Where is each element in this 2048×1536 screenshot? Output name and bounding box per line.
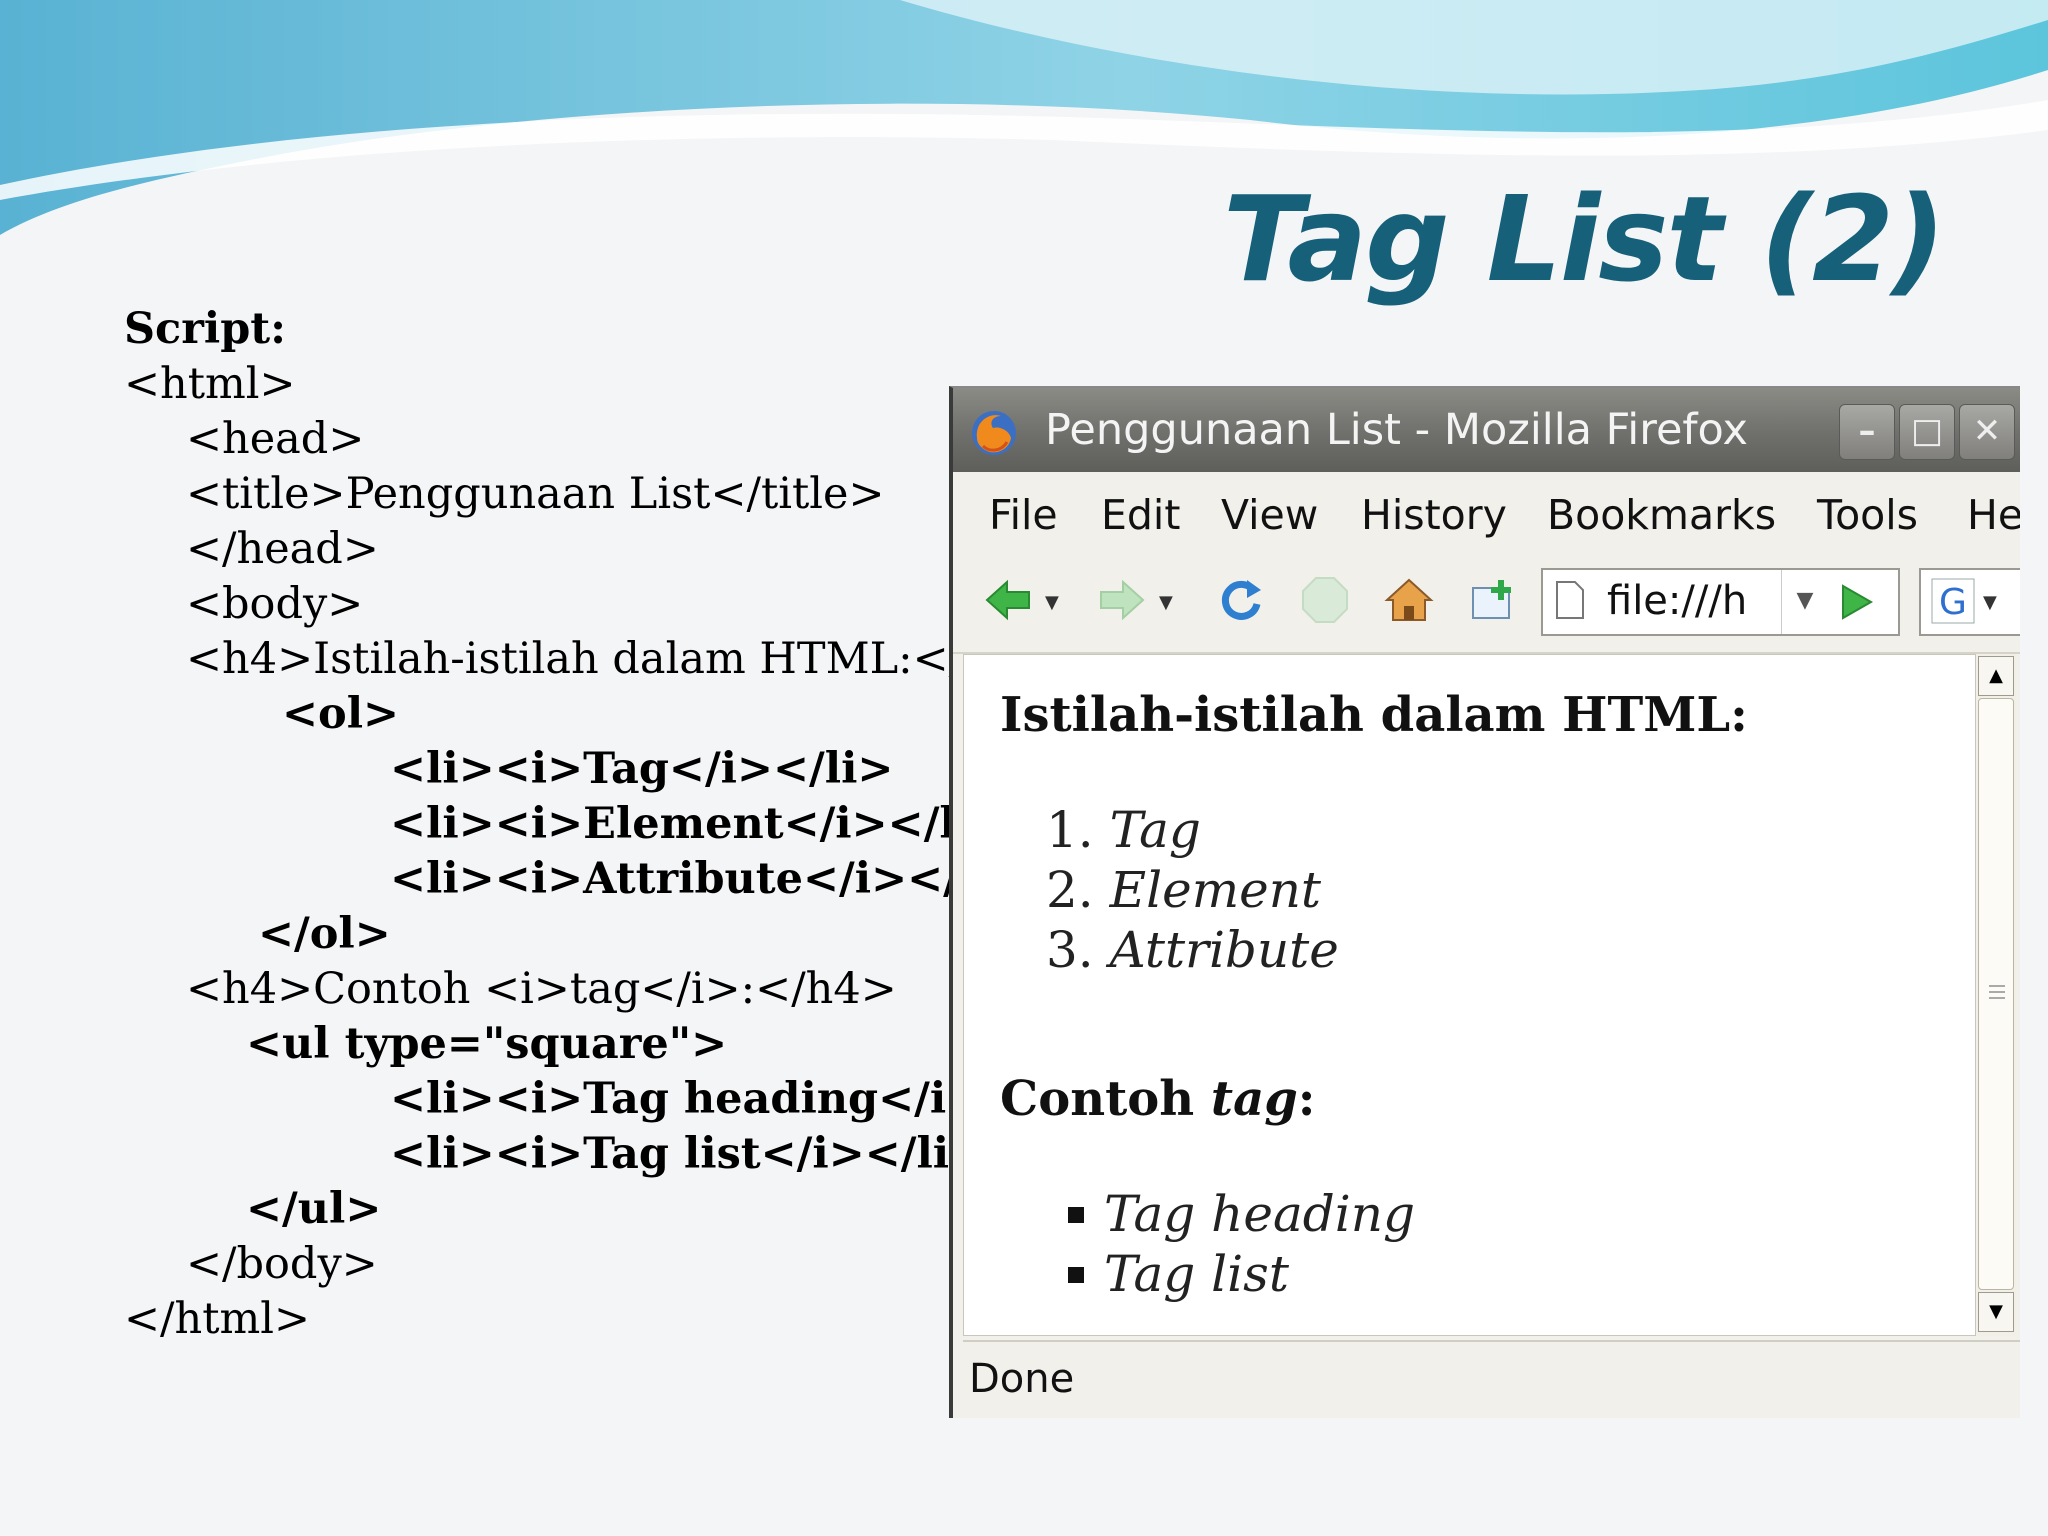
code-line: <ul type="square"> [246,1019,728,1069]
menu-help[interactable]: He [1967,490,2020,540]
code-line: <title>Penggunaan List</title> [186,469,885,519]
page-content: Istilah-istilah dalam HTML: 1. Tag 2. El… [963,654,1977,1336]
unordered-list-item: Tag heading [1104,1185,1415,1243]
stop-icon[interactable] [1299,574,1351,626]
search-box[interactable]: G ▼ [1919,568,2020,636]
code-line: <html> [124,359,296,409]
code-line: <body> [186,579,364,629]
scroll-up-arrow-icon[interactable]: ▲ [1978,656,2014,696]
address-dropdown-icon[interactable]: ▼ [1781,570,1828,634]
code-line: <h4>Istilah-istilah dalam HTML:</h4> [186,634,954,684]
code-line: <ol> [282,689,400,739]
code-line: <li><i>Attribute</i></li> [390,854,954,904]
google-icon[interactable]: G [1931,578,1975,624]
slide-title: Tag List (2) [1223,170,1946,308]
status-bar: Done [963,1340,2020,1416]
list-text: Tag [1109,801,1201,859]
status-text: Done [969,1356,1075,1402]
address-bar[interactable]: file:///h ▼ [1541,568,1900,636]
heading-italic-text: tag [1210,1071,1298,1127]
list-number: 2. [1046,861,1094,919]
code-label: Script: [124,304,287,354]
code-line: </ul> [246,1184,382,1234]
menu-tools[interactable]: Tools [1817,490,1918,540]
list-text: Attribute [1109,921,1339,979]
code-line: <li><i>Element</i></li> [390,799,954,849]
reload-icon[interactable] [1215,574,1267,626]
list-text: Tag heading [1104,1185,1415,1243]
address-text[interactable]: file:///h [1607,574,1747,628]
code-line: <head> [186,414,365,464]
page-document-icon [1556,581,1584,619]
menu-edit[interactable]: Edit [1101,490,1180,540]
thumb-grip [1989,985,2005,987]
menu-file[interactable]: File [989,490,1058,540]
menu-bar: File Edit View History Bookmarks Tools H… [953,472,2020,552]
thumb-grip [1989,991,2005,993]
code-line: <h4>Contoh <i>tag</i>:</h4> [186,964,897,1014]
go-arrow-icon[interactable] [1833,580,1877,624]
scroll-down-arrow-icon[interactable]: ▼ [1978,1292,2014,1332]
heading-text: Contoh [1000,1071,1211,1127]
code-line: </ol> [258,909,391,959]
thumb-grip [1989,997,2005,999]
code-line: <li><i>Tag list</i></li> [390,1129,954,1179]
code-line: </head> [186,524,379,574]
browser-window: Penggunaan List - Mozilla Firefox – □ ✕ … [949,386,2020,1418]
menu-bookmarks[interactable]: Bookmarks [1547,490,1776,540]
search-engine-dropdown-icon[interactable]: ▼ [1983,592,1997,613]
close-button[interactable]: ✕ [1959,404,2015,460]
list-text: Tag list [1104,1245,1289,1303]
code-line: <li><i>Tag heading</i></li> [390,1074,954,1124]
code-listing: Script: <html> <head> <title>Penggunaan … [124,302,954,1362]
forward-history-dropdown-icon[interactable]: ▼ [1159,592,1173,613]
back-history-dropdown-icon[interactable]: ▼ [1045,592,1059,613]
code-line: </html> [124,1294,311,1344]
square-bullet-icon [1068,1207,1084,1223]
ordered-list-item: 2. Element [1046,861,1321,919]
new-tab-icon[interactable] [1467,574,1519,626]
code-line: <li><i>Tag</i></li> [390,744,894,794]
menu-history[interactable]: History [1361,490,1507,540]
ordered-list-item: 3. Attribute [1046,921,1339,979]
maximize-button[interactable]: □ [1899,404,1955,460]
code-line: </body> [186,1239,378,1289]
square-bullet-icon [1068,1267,1084,1283]
page-heading-example: Contoh tag: [1000,1071,1315,1127]
minimize-button[interactable]: – [1839,404,1895,460]
window-title: Penggunaan List - Mozilla Firefox [1045,405,1748,455]
page-heading-terms: Istilah-istilah dalam HTML: [1000,687,1748,743]
back-arrow-icon[interactable] [983,574,1035,626]
firefox-icon [972,411,1016,455]
navigation-toolbar: ▼ ▼ file:///h ▼ G ▼ [953,552,2020,654]
svg-text:G: G [1939,582,1967,623]
forward-arrow-icon[interactable] [1095,574,1147,626]
list-number: 3. [1046,921,1094,979]
unordered-list-item: Tag list [1104,1245,1289,1303]
list-text: Element [1109,861,1322,919]
browser-titlebar[interactable]: Penggunaan List - Mozilla Firefox – □ ✕ [953,388,2020,472]
ordered-list-item: 1. Tag [1046,801,1201,859]
scrollbar-thumb[interactable] [1978,698,2014,1290]
heading-suffix: : [1297,1071,1316,1127]
home-icon[interactable] [1383,574,1435,626]
menu-view[interactable]: View [1221,490,1318,540]
vertical-scrollbar[interactable]: ▲ ▼ [1975,654,2016,1336]
list-number: 1. [1046,801,1094,859]
